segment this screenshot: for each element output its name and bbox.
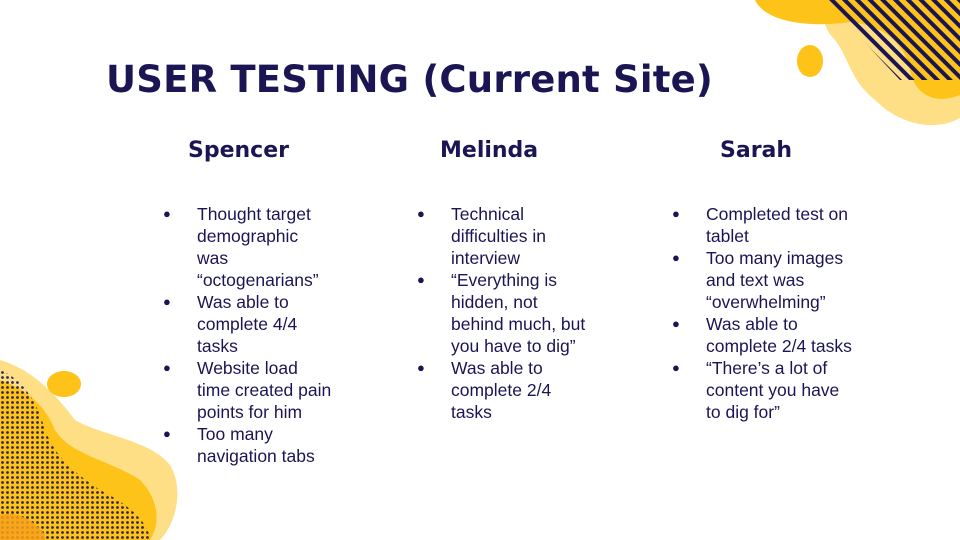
findings-list: ● Technical difficulties in interview ● “E…	[417, 203, 587, 423]
list-item-text: Technical difficulties in interview	[451, 204, 547, 268]
list-item-text: Was able to complete 4/4 tasks	[197, 292, 298, 356]
slide: USER TESTING (Current Site) Spencer ● Tho…	[0, 0, 960, 540]
list-item: ● Too many images and text was “overwhelm…	[672, 247, 857, 313]
bullet-icon: ●	[417, 206, 425, 221]
list-item-text: Was able to complete 2/4 tasks	[706, 314, 852, 356]
bullet-icon: ●	[163, 426, 171, 441]
bullet-icon: ●	[672, 316, 680, 331]
list-item: ● Was able to complete 2/4 tasks	[672, 313, 857, 357]
slide-title: USER TESTING (Current Site)	[106, 58, 714, 101]
participant-name: Melinda	[440, 138, 539, 163]
bullet-icon: ●	[163, 206, 171, 221]
list-item-text: Completed test on tablet	[706, 204, 849, 246]
list-item: ● Technical difficulties in interview	[417, 203, 587, 269]
list-item: ● Was able to complete 2/4 tasks	[417, 357, 587, 423]
list-item: ● “There’s a lot of content you have to d…	[672, 357, 857, 423]
bullet-icon: ●	[163, 360, 171, 375]
bullet-icon: ●	[672, 360, 680, 375]
bullet-icon: ●	[672, 206, 680, 221]
list-item: ● “Everything is hidden, not behind much,…	[417, 269, 587, 357]
list-item-text: Was able to complete 2/4 tasks	[451, 358, 552, 422]
bullet-icon: ●	[417, 272, 425, 287]
findings-list: ● Thought target demographic was “octogen…	[163, 203, 333, 467]
bullet-icon: ●	[672, 250, 680, 265]
list-item: ● Thought target demographic was “octogen…	[163, 203, 333, 291]
list-item: ● Too many navigation tabs	[163, 423, 333, 467]
participant-name: Spencer	[188, 138, 289, 163]
bullet-icon: ●	[163, 294, 171, 309]
list-item-text: “There’s a lot of content you have to di…	[706, 358, 840, 422]
list-item-text: Website load time created pain points fo…	[197, 358, 332, 422]
bullet-icon: ●	[417, 360, 425, 375]
list-item-text: Thought target demographic was “octogena…	[197, 204, 319, 290]
findings-list: ● Completed test on tablet ● Too many imag…	[672, 203, 857, 423]
list-item: ● Completed test on tablet	[672, 203, 857, 247]
list-item: ● Website load time created pain points f…	[163, 357, 333, 423]
list-item-text: “Everything is hidden, not behind much, …	[451, 270, 586, 356]
list-item: ● Was able to complete 4/4 tasks	[163, 291, 333, 357]
list-item-text: Too many navigation tabs	[197, 424, 315, 466]
participant-name: Sarah	[720, 138, 793, 163]
top-right-blob-decoration	[755, 0, 960, 126]
list-item-text: Too many images and text was “overwhelmi…	[706, 248, 844, 312]
